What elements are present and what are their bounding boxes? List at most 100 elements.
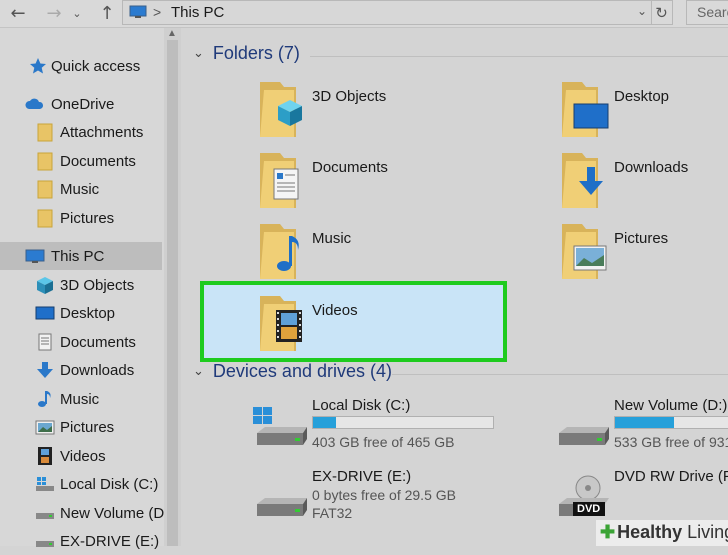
drive-file-system: FAT32	[312, 505, 353, 521]
navigation-pane: Quick access OneDrive Attachments Docume…	[0, 28, 173, 550]
watermark-light: Living	[687, 522, 728, 542]
up-button[interactable]: ↑	[95, 2, 119, 24]
drive-icon	[257, 498, 307, 516]
folders-group-title: Folders (7)	[212, 43, 300, 63]
drive-local-disk-c[interactable]: Local Disk (C:) 403 GB free of 465 GB	[253, 397, 553, 477]
desktop-icon	[35, 306, 55, 320]
music-folder-icon	[260, 224, 299, 279]
drive-label: Local Disk (C:)	[312, 397, 411, 414]
downloads-folder-icon	[562, 153, 603, 208]
sidebar-item-label: Documents	[60, 152, 136, 170]
sidebar-item-onedrive-music[interactable]: Music	[0, 175, 162, 203]
videos-folder-icon	[260, 296, 302, 351]
sidebar-item-label: Pictures	[60, 209, 115, 227]
sidebar-item-3d-objects[interactable]: 3D Objects	[0, 271, 162, 299]
sidebar-item-label: EX-DRIVE (E:)	[60, 532, 160, 550]
sidebar-item-label: Downloads	[60, 361, 135, 379]
drive-icon	[559, 427, 609, 445]
folder-label: Music	[312, 230, 352, 247]
drive-label: EX-DRIVE (E:)	[312, 468, 412, 485]
3d-objects-folder-icon	[260, 82, 302, 137]
back-button[interactable]: ←	[6, 2, 30, 24]
sidebar-item-onedrive-pictures[interactable]: Pictures	[0, 204, 162, 232]
sidebar-item-label: Documents	[60, 333, 136, 351]
folder-desktop[interactable]: Desktop	[560, 80, 728, 150]
sidebar-item-this-pc[interactable]: This PC	[0, 242, 162, 270]
up-arrow-icon: ↑	[99, 2, 115, 24]
scroll-up-icon[interactable]: ▲	[167, 28, 177, 39]
cube-icon	[37, 277, 53, 294]
dvd-badge: DVD	[577, 503, 601, 515]
drive-icon	[36, 513, 54, 519]
cloud-icon	[25, 98, 44, 109]
refresh-icon: ↻	[655, 3, 668, 22]
picture-icon	[35, 420, 55, 435]
sidebar-item-attachments[interactable]: Attachments	[0, 118, 162, 146]
drive-free-space: 403 GB free of 465 GB	[312, 434, 455, 450]
document-icon	[38, 333, 52, 351]
sidebar-item-label: Local Disk (C:)	[60, 475, 159, 493]
folder-label: 3D Objects	[312, 88, 387, 105]
sidebar-item-desktop[interactable]: Desktop	[0, 299, 162, 327]
group-divider	[310, 56, 728, 57]
group-divider	[392, 374, 728, 375]
folder-label: Videos	[312, 302, 358, 319]
monitor-icon	[129, 5, 147, 18]
chevron-down-icon[interactable]: ⌄	[193, 364, 204, 379]
address-bar[interactable]: > This PC ⌄	[122, 0, 652, 25]
drive-ex-drive-e[interactable]: EX-DRIVE (E:) 0 bytes free of 29.5 GB FA…	[253, 468, 553, 548]
folder-label: Pictures	[614, 230, 669, 247]
folders-group-header[interactable]: ⌄ Folders (7)	[193, 43, 300, 64]
sidebar-item-music[interactable]: Music	[0, 385, 162, 413]
sidebar-item-label: Pictures	[60, 418, 115, 436]
drive-usage-fill	[313, 417, 337, 428]
folder-videos[interactable]: Videos	[258, 294, 558, 364]
monitor-icon	[25, 249, 45, 263]
folder-icon	[37, 152, 53, 171]
chevron-down-icon: ⌄	[72, 6, 82, 20]
folder-documents[interactable]: Documents	[258, 151, 558, 221]
star-icon	[30, 58, 46, 74]
drive-usage-fill	[615, 417, 675, 428]
sidebar-scrollbar[interactable]: ▲	[164, 28, 181, 546]
address-dropdown-icon[interactable]: ⌄	[637, 4, 647, 18]
folder-icon	[37, 209, 53, 228]
folder-3d-objects[interactable]: 3D Objects	[258, 80, 558, 150]
devices-group-header[interactable]: ⌄ Devices and drives (4)	[193, 361, 392, 382]
sidebar-item-label: Videos	[60, 447, 106, 465]
folder-pictures[interactable]: Pictures	[560, 222, 728, 292]
drive-label: New Volume (D:)	[614, 397, 728, 414]
sidebar-item-downloads[interactable]: Downloads	[0, 356, 162, 384]
folder-label: Desktop	[614, 88, 670, 105]
recent-locations-button[interactable]: ⌄	[70, 2, 84, 24]
drive-label: DVD RW Drive (F:)	[614, 468, 728, 485]
music-note-icon	[38, 391, 51, 407]
sidebar-item-onedrive-documents[interactable]: Documents	[0, 147, 162, 175]
chevron-down-icon[interactable]: ⌄	[193, 46, 204, 61]
sidebar-item-quick-access[interactable]: Quick access	[0, 52, 162, 80]
breadcrumb-this-pc[interactable]: This PC	[171, 4, 224, 21]
watermark-bold: Healthy	[617, 522, 683, 542]
sidebar-item-label: Attachments	[60, 123, 144, 141]
sidebar-item-ex-drive-e[interactable]: EX-DRIVE (E:)	[0, 527, 162, 555]
sidebar-item-local-disk-c[interactable]: Local Disk (C:)	[0, 470, 162, 498]
download-arrow-icon	[37, 362, 53, 378]
drive-icon	[36, 541, 54, 547]
sidebar-item-videos[interactable]: Videos	[0, 442, 162, 470]
sidebar-item-pictures[interactable]: Pictures	[0, 413, 162, 441]
folder-downloads[interactable]: Downloads	[560, 151, 728, 221]
drive-new-volume-d[interactable]: New Volume (D:) 533 GB free of 931 GB	[555, 397, 728, 477]
sidebar-item-label: Music	[60, 180, 100, 198]
sidebar-item-label: 3D Objects	[60, 276, 135, 294]
documents-folder-icon	[260, 153, 299, 208]
sidebar-item-onedrive[interactable]: OneDrive	[0, 90, 162, 118]
sidebar-item-label: Quick access	[51, 57, 141, 75]
forward-button[interactable]: →	[42, 2, 66, 24]
sidebar-item-documents[interactable]: Documents	[0, 328, 162, 356]
drive-usage-bar	[312, 416, 494, 429]
search-placeholder: Search This PC	[697, 4, 728, 20]
refresh-button[interactable]: ↻	[651, 0, 673, 25]
sidebar-item-new-volume-d[interactable]: New Volume (D:)	[0, 499, 173, 527]
search-input[interactable]: Search This PC	[686, 0, 728, 25]
scrollbar-thumb[interactable]	[167, 40, 178, 546]
